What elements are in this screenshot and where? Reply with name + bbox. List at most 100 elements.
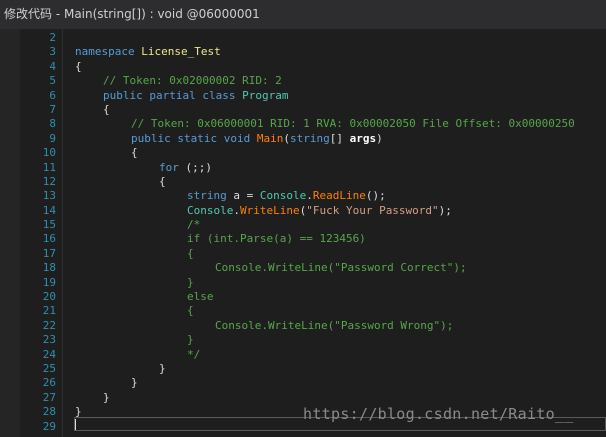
token-keyword: static (177, 131, 218, 145)
code-line[interactable]: 27} (0, 391, 606, 405)
code-text[interactable]: if (int.Parse(a) == 123456) (187, 232, 366, 246)
code-text[interactable]: Console.WriteLine("Password Correct"); (215, 261, 467, 275)
code-text[interactable]: { (131, 146, 138, 160)
code-line[interactable]: 11 for (;;) (0, 161, 606, 175)
code-line[interactable]: 25} (0, 362, 606, 376)
code-line[interactable]: 22 Console.WriteLine("Password Wrong"); (0, 319, 606, 333)
code-line[interactable]: 18 Console.WriteLine("Password Correct"); (0, 261, 606, 275)
text-caret (75, 419, 76, 430)
token-keyword: for (159, 160, 179, 174)
code-line[interactable]: 3 namespace License_Test (0, 45, 606, 59)
line-number: 28 (42, 405, 56, 419)
code-line[interactable]: 10 { (0, 146, 606, 160)
line-number: 5 (49, 74, 56, 88)
code-text[interactable]: } (187, 276, 194, 290)
token-ns: License_Test (141, 45, 221, 59)
code-lines[interactable]: 2 3 namespace License_Test 4{5 // Token: 0x0… (0, 31, 606, 434)
code-text[interactable]: /* (187, 218, 200, 232)
token-param: args (349, 131, 377, 145)
code-line[interactable]: 14 Console.WriteLine("Fuck Your Password"… (0, 204, 606, 218)
token-type: Console (259, 189, 307, 203)
line-number: 27 (42, 390, 56, 404)
token-keyword: string (187, 189, 227, 203)
code-text[interactable]: } (131, 376, 138, 390)
code-text[interactable]: // Token: 0x02000002 RID: 2 (103, 74, 282, 88)
code-text[interactable]: { (103, 103, 110, 117)
token-plain: (;;) (178, 160, 212, 174)
token-method: Main (256, 131, 284, 145)
code-text[interactable]: string a = Console.ReadLine(); (187, 189, 386, 203)
line-number: 9 (49, 131, 56, 145)
token-comment: /* (187, 218, 201, 232)
token-string: "Fuck Your Password" (306, 203, 439, 217)
code-text[interactable]: { (75, 60, 82, 74)
line-number: 15 (42, 218, 56, 232)
code-line[interactable]: 7{ (0, 103, 606, 117)
token-plain: (); (365, 189, 386, 203)
code-text[interactable]: { (187, 304, 194, 318)
code-text[interactable]: } (103, 391, 110, 405)
token-comment: Console.WriteLine("Password Correct"); (215, 261, 467, 275)
code-text[interactable]: } (159, 362, 166, 376)
code-text[interactable]: namespace License_Test (75, 45, 221, 59)
line-number: 19 (42, 275, 56, 289)
line-number: 16 (42, 232, 56, 246)
code-text[interactable]: for (;;) (159, 161, 212, 175)
code-text[interactable]: else (187, 290, 214, 304)
line-number: 8 (49, 117, 56, 131)
code-text[interactable]: public partial class Program (103, 89, 288, 103)
line-number: 13 (42, 189, 56, 203)
code-text[interactable]: public static void Main(string[] args) (131, 132, 383, 146)
code-line[interactable]: 5 // Token: 0x02000002 RID: 2 (0, 74, 606, 88)
window-title: 修改代码 - Main(string[]) : void @06000001 (0, 0, 606, 29)
code-line[interactable]: 9 public static void Main(string[] args) (0, 132, 606, 146)
token-plain: { (131, 146, 138, 160)
token-keyword: public (131, 131, 171, 145)
token-method: WriteLine (239, 203, 300, 217)
code-text[interactable]: */ (187, 348, 200, 362)
token-plain: ) (376, 131, 383, 145)
token-plain: ( (283, 131, 290, 145)
code-line[interactable]: 21 { (0, 304, 606, 318)
line-number: 10 (42, 146, 56, 160)
line-number: 24 (42, 347, 56, 361)
token-keyword: void (223, 131, 251, 145)
token-type: Program (242, 88, 289, 102)
token-comment: else (187, 290, 214, 304)
code-text[interactable]: // Token: 0x06000001 RID: 1 RVA: 0x00002… (131, 117, 575, 131)
token-method: ReadLine (312, 189, 366, 203)
code-line[interactable]: 15 /* (0, 218, 606, 232)
code-line[interactable]: 26} (0, 376, 606, 390)
code-text[interactable]: } (187, 333, 194, 347)
code-line[interactable]: 2 (0, 31, 606, 45)
code-text[interactable]: { (159, 175, 166, 189)
code-line[interactable]: 23} (0, 333, 606, 347)
code-text[interactable]: Console.WriteLine("Fuck Your Password"); (187, 204, 452, 218)
line-number: 25 (42, 361, 56, 375)
code-line[interactable]: 17 { (0, 247, 606, 261)
token-plain: ); (438, 203, 452, 217)
token-plain: . (306, 189, 313, 203)
code-line[interactable]: 13 string a = Console.ReadLine(); (0, 189, 606, 203)
code-text[interactable]: { (187, 247, 194, 261)
watermark-text: https://blog.csdn.net/Raito__ (303, 405, 574, 423)
code-line[interactable]: 16 if (int.Parse(a) == 123456) (0, 232, 606, 246)
token-keyword: string (290, 131, 330, 145)
code-line[interactable]: 20 else (0, 290, 606, 304)
token-plain: } (159, 361, 166, 375)
token-keyword: class (202, 88, 236, 102)
code-line[interactable]: 6 public partial class Program (0, 89, 606, 103)
token-comment: } (187, 333, 194, 347)
code-line[interactable]: 8 // Token: 0x06000001 RID: 1 RVA: 0x0000… (0, 117, 606, 131)
line-number: 2 (49, 31, 56, 44)
token-comment: // Token: 0x02000002 RID: 2 (103, 74, 282, 88)
code-line[interactable]: 12 { (0, 175, 606, 189)
code-editor[interactable]: 2 3 namespace License_Test 4{5 // Token: 0x0… (0, 29, 606, 437)
code-line[interactable]: 24 */ (0, 348, 606, 362)
code-line[interactable]: 4{ (0, 60, 606, 74)
line-number: 6 (49, 88, 56, 102)
code-line[interactable]: 19} (0, 276, 606, 290)
code-text[interactable]: Console.WriteLine("Password Wrong"); (215, 319, 453, 333)
token-comment: { (187, 246, 194, 260)
